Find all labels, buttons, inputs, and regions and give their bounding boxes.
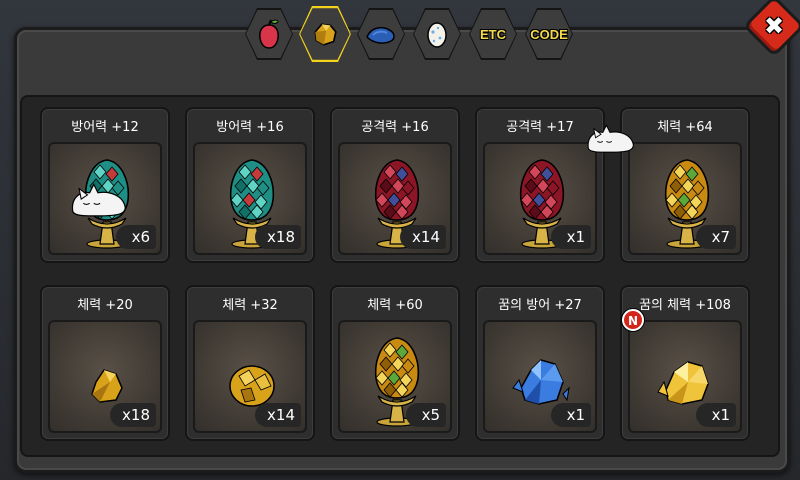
code-label: CODE [530, 26, 568, 42]
tab-fruit[interactable] [245, 8, 293, 60]
item-count: x1 [696, 403, 736, 427]
item-slot: x5 [338, 320, 452, 433]
tab-egg[interactable] [413, 8, 461, 60]
item-title: 체력 +32 [222, 298, 278, 313]
blue-fish-icon [366, 26, 395, 44]
sleeping-cat-icon [71, 182, 126, 217]
item-title: 체력 +60 [367, 298, 423, 313]
item-title: 꿈의 체력 +108 [639, 298, 731, 313]
item-count: x7 [696, 225, 736, 249]
item-count: x1 [551, 225, 591, 249]
item-count: x18 [255, 225, 301, 249]
tab-code[interactable]: CODE [525, 8, 573, 60]
item-slot: x7 [628, 142, 742, 255]
item-card[interactable]: 꿈의 방어 +27 x1 [475, 285, 605, 441]
item-card[interactable]: 공격력 +16 x14 [330, 107, 460, 263]
item-count: x14 [255, 403, 301, 427]
tab-etc[interactable]: ETC [469, 8, 517, 60]
item-title: 방어력 +16 [216, 120, 284, 135]
item-slot: x1 [483, 142, 597, 255]
close-icon: ✖ [763, 11, 785, 40]
item-card[interactable]: 체력 +64 x7 [620, 107, 750, 263]
item-card[interactable]: 방어력 +16 x18 [185, 107, 315, 263]
tab-crystal[interactable] [299, 5, 351, 63]
item-card[interactable]: 체력 +60 x5 [330, 285, 460, 441]
item-slot: x14 [193, 320, 307, 433]
item-count: x5 [406, 403, 446, 427]
etc-label: ETC [480, 26, 506, 42]
item-slot: x1 [628, 320, 742, 433]
gold-ore-icon [314, 23, 337, 46]
new-badge: N [622, 309, 644, 331]
item-slot: x18 [193, 142, 307, 255]
item-title: 꿈의 방어 +27 [498, 298, 582, 313]
item-card[interactable]: 체력 +20 x18 [40, 285, 170, 441]
item-title: 체력 +64 [657, 120, 713, 135]
item-card[interactable]: 꿈의 체력 +108 x1 N [620, 285, 750, 441]
item-slot: x18 [48, 320, 162, 433]
item-title: 공격력 +16 [361, 120, 429, 135]
tab-fish[interactable] [357, 8, 405, 60]
item-slot: x1 [483, 320, 597, 433]
red-fruit-icon [259, 19, 279, 49]
sleeping-cat-icon [587, 123, 634, 153]
item-title: 방어력 +12 [71, 120, 139, 135]
item-title: 체력 +20 [77, 298, 133, 313]
item-card[interactable]: 체력 +32 x14 [185, 285, 315, 441]
item-slot: x14 [338, 142, 452, 255]
item-count: x1 [551, 403, 591, 427]
egg-icon [427, 22, 447, 48]
item-count: x6 [116, 225, 156, 249]
item-count: x14 [400, 225, 446, 249]
item-count: x18 [110, 403, 156, 427]
